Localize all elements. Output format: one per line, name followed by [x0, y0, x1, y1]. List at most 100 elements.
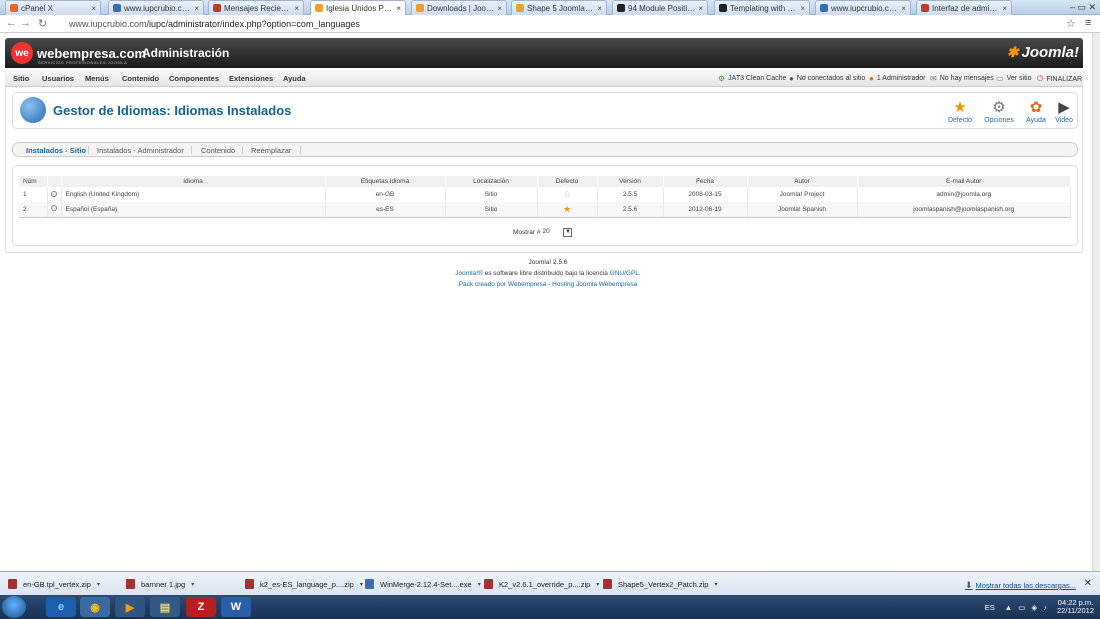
download-item[interactable]: K2_v2.6.1_override_p....zip ▾ — [484, 576, 599, 592]
pack-credit-link[interactable]: Pack creado por Webempresa - Hosting Joo… — [0, 279, 1096, 290]
joomla-link[interactable]: Joomla!® — [455, 270, 483, 277]
menu-sitio[interactable]: Sitio — [13, 74, 29, 83]
language-subtabs: Instalados - Sitio Instalados - Administ… — [12, 142, 1078, 157]
show-all-downloads-link[interactable]: ⬇ Mostrar todas las descargas... — [965, 580, 1076, 591]
download-item[interactable]: WinMerge-2.12.4-Set....exe ▾ — [365, 576, 481, 592]
forward-icon[interactable]: → — [20, 17, 31, 29]
options-icon: ⚙ — [992, 99, 1006, 116]
tab-favicon-icon — [315, 4, 323, 12]
browser-tab[interactable]: Templating with K2 (a× — [714, 0, 810, 15]
download-menu-chevron-icon[interactable]: ▾ — [97, 581, 100, 588]
window-controls[interactable]: – ▭ ✕ — [1070, 2, 1096, 13]
status-clean-cache[interactable]: ⚙ JAT3 Clean Cache — [718, 74, 786, 83]
help-button[interactable]: ✿ Ayuda — [1021, 99, 1051, 127]
close-tab-icon[interactable]: × — [194, 4, 199, 13]
tray-icons[interactable]: ▲ ▭ ◈ ♪ — [1005, 603, 1049, 612]
joomla-logo-icon: ✱ — [1006, 44, 1019, 60]
close-tab-icon[interactable]: × — [1002, 4, 1007, 13]
webempresa-logo[interactable]: we webempresa.com SERVICIOS PROFESIONALE… — [11, 42, 146, 65]
tab-favicon-icon — [516, 4, 524, 12]
download-item[interactable]: barnner 1.jpg ▾ — [126, 576, 194, 592]
download-item[interactable]: Shape5_Vertex2_Patch.zip ▾ — [603, 576, 718, 592]
menu-extensiones[interactable]: Extensiones — [229, 74, 273, 83]
col-default[interactable]: Defecto — [537, 176, 598, 187]
address-bar[interactable]: www.iupcrubio.com/iupc/administrator/ind… — [55, 17, 1085, 31]
close-tab-icon[interactable]: × — [497, 4, 502, 13]
tab-override[interactable]: Reemplazar — [251, 146, 291, 155]
close-tab-icon[interactable]: × — [901, 4, 906, 13]
browser-tab[interactable]: cPanel X × — [5, 0, 101, 15]
taskbar-app-chrome-icon[interactable]: ◉ — [80, 597, 110, 617]
webempresa-tagline: SERVICIOS PROFESIONALES JOOMLA — [38, 60, 128, 65]
browser-tab[interactable]: www.iupcrubio.com n× — [815, 0, 911, 15]
download-menu-chevron-icon[interactable]: ▾ — [191, 581, 194, 588]
menu-componentes[interactable]: Componentes — [169, 74, 219, 83]
menu-menus[interactable]: Menús — [85, 74, 109, 83]
menu-contenido[interactable]: Contenido — [122, 74, 159, 83]
table-row[interactable]: 2 Español (España) es-ES Sitio ★ 2.5.6 2… — [19, 202, 1071, 218]
browser-tab[interactable]: Shape 5 Joomla Temp× — [511, 0, 607, 15]
download-menu-chevron-icon[interactable]: ▾ — [714, 581, 717, 588]
status-messages[interactable]: ✉ No hay mensajes — [930, 74, 994, 83]
close-tab-icon[interactable]: × — [698, 4, 703, 13]
tab-content[interactable]: Contenido — [201, 146, 235, 155]
tab-installed-admin[interactable]: Instalados - Administrador — [97, 146, 184, 155]
taskbar-app-ie-icon[interactable]: e — [46, 597, 76, 617]
options-button[interactable]: ⚙ Opciones — [984, 99, 1014, 127]
browser-tab[interactable]: Downloads | Joomla F× — [411, 0, 507, 15]
browser-tab[interactable]: 94 Module Positions × — [612, 0, 708, 15]
start-button[interactable] — [2, 596, 26, 618]
col-date[interactable]: Fecha — [663, 176, 748, 187]
address-path: /iupc/administrator/index.php?option=com… — [146, 19, 360, 29]
clock[interactable]: 04:22 p.m. 22/11/2012 — [1057, 599, 1094, 615]
col-author-email[interactable]: E-mail Autor — [857, 176, 1071, 187]
download-menu-chevron-icon[interactable]: ▾ — [478, 581, 481, 588]
col-version[interactable]: Versión — [597, 176, 664, 187]
gpl-link[interactable]: GNU/GPL — [610, 270, 639, 277]
default-button[interactable]: ★ Defecto — [945, 99, 975, 127]
col-language[interactable]: Idioma — [61, 176, 326, 187]
browser-tab-label: cPanel X — [21, 3, 54, 13]
menu-ayuda[interactable]: Ayuda — [283, 74, 306, 83]
table-row[interactable]: 1 English (United Kingdom) en-GB Sitio ☆… — [19, 187, 1071, 202]
taskbar-app-word-icon[interactable]: W — [221, 597, 251, 617]
taskbar-app-filezilla-icon[interactable]: Z — [186, 597, 216, 617]
row-select-radio[interactable] — [51, 190, 57, 197]
browser-tab[interactable]: Mensajes Recientes - I× — [208, 0, 304, 15]
col-num[interactable]: Núm — [19, 176, 48, 187]
browser-tab[interactable]: Interfaz de administra× — [916, 0, 1012, 15]
col-tag[interactable]: Etiquetas Idioma — [325, 176, 446, 187]
download-menu-chevron-icon[interactable]: ▾ — [596, 581, 599, 588]
close-tab-icon[interactable]: × — [396, 4, 401, 13]
logout-link[interactable]: ⏻ FINALIZAR — [1037, 74, 1082, 84]
taskbar-app-explorer-icon[interactable]: ▤ — [150, 597, 180, 617]
browser-tab[interactable]: Iglesia Unidos Para Cri× — [310, 0, 406, 15]
tab-installed-site[interactable]: Instalados - Sitio — [26, 146, 86, 155]
close-downloads-icon[interactable]: ✕ — [1084, 578, 1092, 589]
close-tab-icon[interactable]: × — [294, 4, 299, 13]
bookmark-star-icon[interactable]: ☆ — [1066, 17, 1076, 30]
close-tab-icon[interactable]: × — [597, 4, 602, 13]
license-line: Joomla!® es software libre distribuido b… — [0, 268, 1096, 279]
col-author[interactable]: Autor — [747, 176, 858, 187]
video-button[interactable]: ▶ Video — [1049, 99, 1079, 127]
download-menu-chevron-icon[interactable]: ▾ — [360, 581, 363, 588]
language-indicator[interactable]: ES — [985, 603, 995, 612]
list-limit-select[interactable]: 20 ▼ — [542, 228, 573, 237]
view-site-link[interactable]: ▭ Ver sitio — [996, 74, 1031, 83]
col-location[interactable]: Localización — [445, 176, 538, 187]
close-tab-icon[interactable]: × — [91, 4, 96, 13]
download-item[interactable]: en-GB.tpl_vertex.zip ▾ — [8, 576, 100, 592]
row-select-radio[interactable] — [51, 205, 57, 212]
close-tab-icon[interactable]: × — [800, 4, 805, 13]
star-outline-icon[interactable]: ☆ — [563, 189, 571, 199]
browser-menu-icon[interactable]: ≡ — [1085, 17, 1091, 29]
taskbar-app-media-icon[interactable]: ▶ — [115, 597, 145, 617]
download-item[interactable]: k2_es-ES_language_p....zip ▾ — [245, 576, 363, 592]
reload-icon[interactable]: ↻ — [38, 17, 47, 30]
browser-tab[interactable]: www.iupcrubio.com / × — [108, 0, 204, 15]
back-icon[interactable]: ← — [6, 17, 17, 29]
menu-usuarios[interactable]: Usuarios — [42, 74, 74, 83]
admin-title: Administración — [142, 46, 230, 60]
page-scrollbar[interactable] — [1092, 33, 1100, 571]
